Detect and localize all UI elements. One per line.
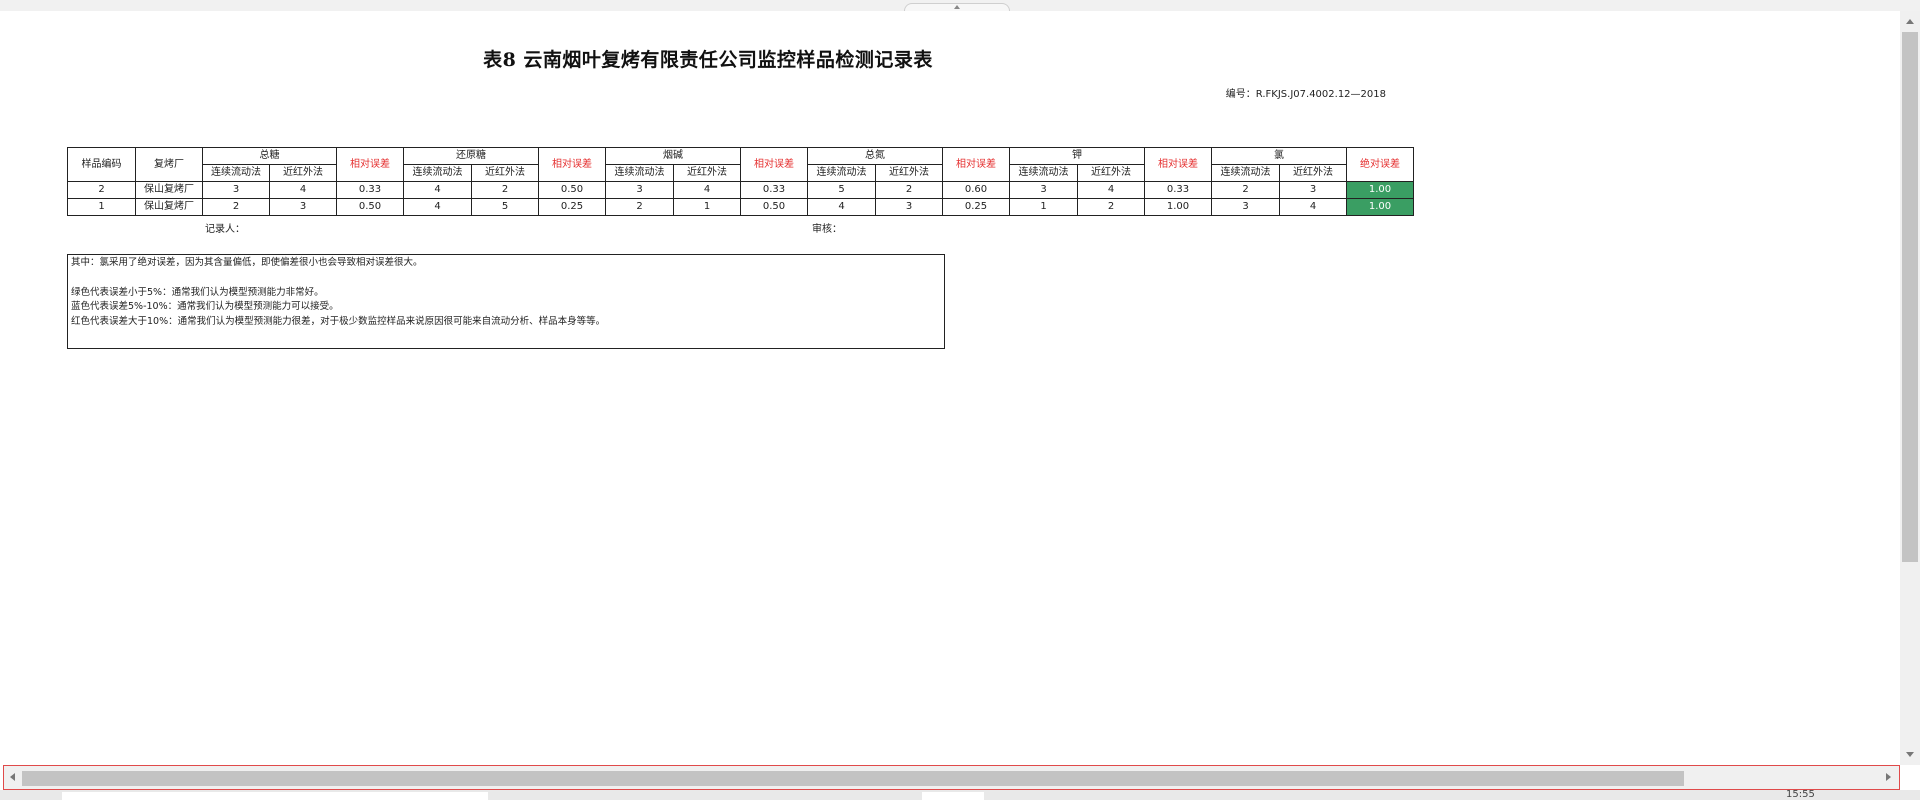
cell-reducing-sugar-cfa[interactable]: 4: [403, 198, 472, 216]
bottom-status-strip: 15:55: [0, 790, 1920, 800]
cell-chlorine-nir[interactable]: 4: [1279, 198, 1347, 216]
cell-nicotine-nir[interactable]: 1: [673, 198, 741, 216]
header-potassium[interactable]: 钾: [1009, 147, 1145, 165]
note-line: 蓝色代表误差5%-10%：通常我们认为模型预测能力可以接受。: [71, 301, 339, 312]
scroll-right-arrow-icon[interactable]: [1886, 773, 1891, 781]
header-method-cfa[interactable]: 连续流动法: [1009, 164, 1078, 182]
sheet-page: 表8 云南烟叶复烤有限责任公司监控样品检测记录表 编号：R.FKJS.J07.4…: [0, 11, 1900, 765]
header-method-nir[interactable]: 近红外法: [875, 164, 943, 182]
header-method-cfa[interactable]: 连续流动法: [1211, 164, 1280, 182]
scroll-down-arrow-icon[interactable]: [1906, 752, 1914, 757]
cell-total-nitrogen-nir[interactable]: 3: [875, 198, 943, 216]
detection-record-table: 样品编码 复烤厂 总糖 相对误差 还原糖 相对误差 烟碱 相对误差 总氮 相对误…: [67, 147, 1414, 216]
horizontal-scroll-thumb[interactable]: [22, 771, 1684, 786]
cell-chlorine-cfa[interactable]: 3: [1211, 198, 1280, 216]
cell-factory[interactable]: 保山复烤厂: [135, 198, 203, 216]
scroll-left-arrow-icon[interactable]: [10, 773, 15, 781]
notes-box[interactable]: 其中：氯采用了绝对误差，因为其含量偏低，即使偏差很小也会导致相对误差很大。 绿色…: [67, 254, 945, 349]
header-relative-error[interactable]: 相对误差: [336, 147, 404, 182]
cell-reducing-sugar-error[interactable]: 0.25: [538, 198, 606, 216]
header-method-nir[interactable]: 近红外法: [673, 164, 741, 182]
header-nicotine[interactable]: 烟碱: [605, 147, 741, 165]
header-method-cfa[interactable]: 连续流动法: [403, 164, 472, 182]
cell-total-sugar-nir[interactable]: 3: [269, 198, 337, 216]
cell-nicotine-cfa[interactable]: 2: [605, 198, 674, 216]
table-header-row: 样品编码 复烤厂 总糖 相对误差 还原糖 相对误差 烟碱 相对误差 总氮 相对误…: [67, 147, 1414, 182]
header-method-cfa[interactable]: 连续流动法: [605, 164, 674, 182]
note-spacer: [71, 271, 941, 286]
table-row: 1 保山复烤厂 2 3 0.50 4 5 0.25 2 1 0.50 4 3 0…: [67, 198, 1414, 216]
cell-nicotine-cfa[interactable]: 3: [605, 181, 674, 199]
header-method-nir[interactable]: 近红外法: [1279, 164, 1347, 182]
header-method-nir[interactable]: 近红外法: [471, 164, 539, 182]
cell-chlorine-nir[interactable]: 3: [1279, 181, 1347, 199]
note-line: 其中：氯采用了绝对误差，因为其含量偏低，即使偏差很小也会导致相对误差很大。: [71, 257, 423, 268]
header-absolute-error[interactable]: 绝对误差: [1346, 147, 1414, 182]
cell-reducing-sugar-nir[interactable]: 2: [471, 181, 539, 199]
cell-potassium-nir[interactable]: 4: [1077, 181, 1145, 199]
cell-potassium-nir[interactable]: 2: [1077, 198, 1145, 216]
header-method-cfa[interactable]: 连续流动法: [807, 164, 876, 182]
horizontal-scrollbar[interactable]: [3, 765, 1900, 790]
table-row: 2 保山复烤厂 3 4 0.33 4 2 0.50 3 4 0.33 5 2 0…: [67, 181, 1414, 199]
page-title: 表8 云南烟叶复烤有限责任公司监控样品检测记录表: [483, 49, 933, 71]
scroll-up-arrow-icon[interactable]: [1906, 19, 1914, 24]
cell-potassium-cfa[interactable]: 1: [1009, 198, 1078, 216]
cell-total-sugar-cfa[interactable]: 2: [202, 198, 270, 216]
cell-total-nitrogen-error[interactable]: 0.25: [942, 198, 1010, 216]
sheet-tab-area[interactable]: [62, 792, 488, 800]
cell-total-sugar-error[interactable]: 0.50: [336, 198, 404, 216]
note-line: 绿色代表误差小于5%：通常我们认为模型预测能力非常好。: [71, 286, 324, 298]
header-sample-code[interactable]: 样品编码: [67, 147, 136, 182]
cell-reducing-sugar-nir[interactable]: 5: [471, 198, 539, 216]
document-number: 编号：R.FKJS.J07.4002.12—2018: [1225, 89, 1386, 100]
clock-text: 15:55: [1786, 789, 1815, 800]
cell-sample-code[interactable]: 1: [67, 198, 136, 216]
cell-total-nitrogen-cfa[interactable]: 4: [807, 198, 876, 216]
cell-potassium-cfa[interactable]: 3: [1009, 181, 1078, 199]
cell-total-nitrogen-cfa[interactable]: 5: [807, 181, 876, 199]
cell-total-sugar-cfa[interactable]: 3: [202, 181, 270, 199]
cell-reducing-sugar-error[interactable]: 0.50: [538, 181, 606, 199]
header-method-nir[interactable]: 近红外法: [269, 164, 337, 182]
cell-potassium-error[interactable]: 1.00: [1144, 198, 1212, 216]
cell-reducing-sugar-cfa[interactable]: 4: [403, 181, 472, 199]
vertical-scroll-thumb[interactable]: [1902, 32, 1918, 562]
cell-nicotine-nir[interactable]: 4: [673, 181, 741, 199]
cell-factory[interactable]: 保山复烤厂: [135, 181, 203, 199]
cell-nicotine-error[interactable]: 0.50: [740, 198, 808, 216]
header-total-sugar[interactable]: 总糖: [202, 147, 337, 165]
cell-total-sugar-error[interactable]: 0.33: [336, 181, 404, 199]
sheet-tab[interactable]: [922, 792, 984, 800]
cell-nicotine-error[interactable]: 0.33: [740, 181, 808, 199]
vertical-scrollbar[interactable]: [1900, 11, 1920, 765]
header-method-nir[interactable]: 近红外法: [1077, 164, 1145, 182]
chevron-up-icon: [954, 5, 960, 9]
header-relative-error[interactable]: 相对误差: [1144, 147, 1212, 182]
header-chlorine[interactable]: 氯: [1211, 147, 1347, 165]
cell-chlorine-absolute-error[interactable]: 1.00: [1346, 181, 1414, 199]
note-line: 红色代表误差大于10%：通常我们认为模型预测能力很差，对于极少数监控样品来说原因…: [71, 315, 606, 327]
header-reducing-sugar[interactable]: 还原糖: [403, 147, 539, 165]
recorder-label: 记录人：: [205, 224, 245, 235]
reviewer-label: 审核：: [812, 224, 842, 235]
cell-total-nitrogen-nir[interactable]: 2: [875, 181, 943, 199]
header-method-cfa[interactable]: 连续流动法: [202, 164, 270, 182]
header-total-nitrogen[interactable]: 总氮: [807, 147, 943, 165]
header-factory[interactable]: 复烤厂: [135, 147, 203, 182]
header-relative-error[interactable]: 相对误差: [740, 147, 808, 182]
cell-potassium-error[interactable]: 0.33: [1144, 181, 1212, 199]
header-relative-error[interactable]: 相对误差: [942, 147, 1010, 182]
cell-total-nitrogen-error[interactable]: 0.60: [942, 181, 1010, 199]
header-relative-error[interactable]: 相对误差: [538, 147, 606, 182]
cell-chlorine-cfa[interactable]: 2: [1211, 181, 1280, 199]
cell-total-sugar-nir[interactable]: 4: [269, 181, 337, 199]
cell-chlorine-absolute-error[interactable]: 1.00: [1346, 198, 1414, 216]
cell-sample-code[interactable]: 2: [67, 181, 136, 199]
